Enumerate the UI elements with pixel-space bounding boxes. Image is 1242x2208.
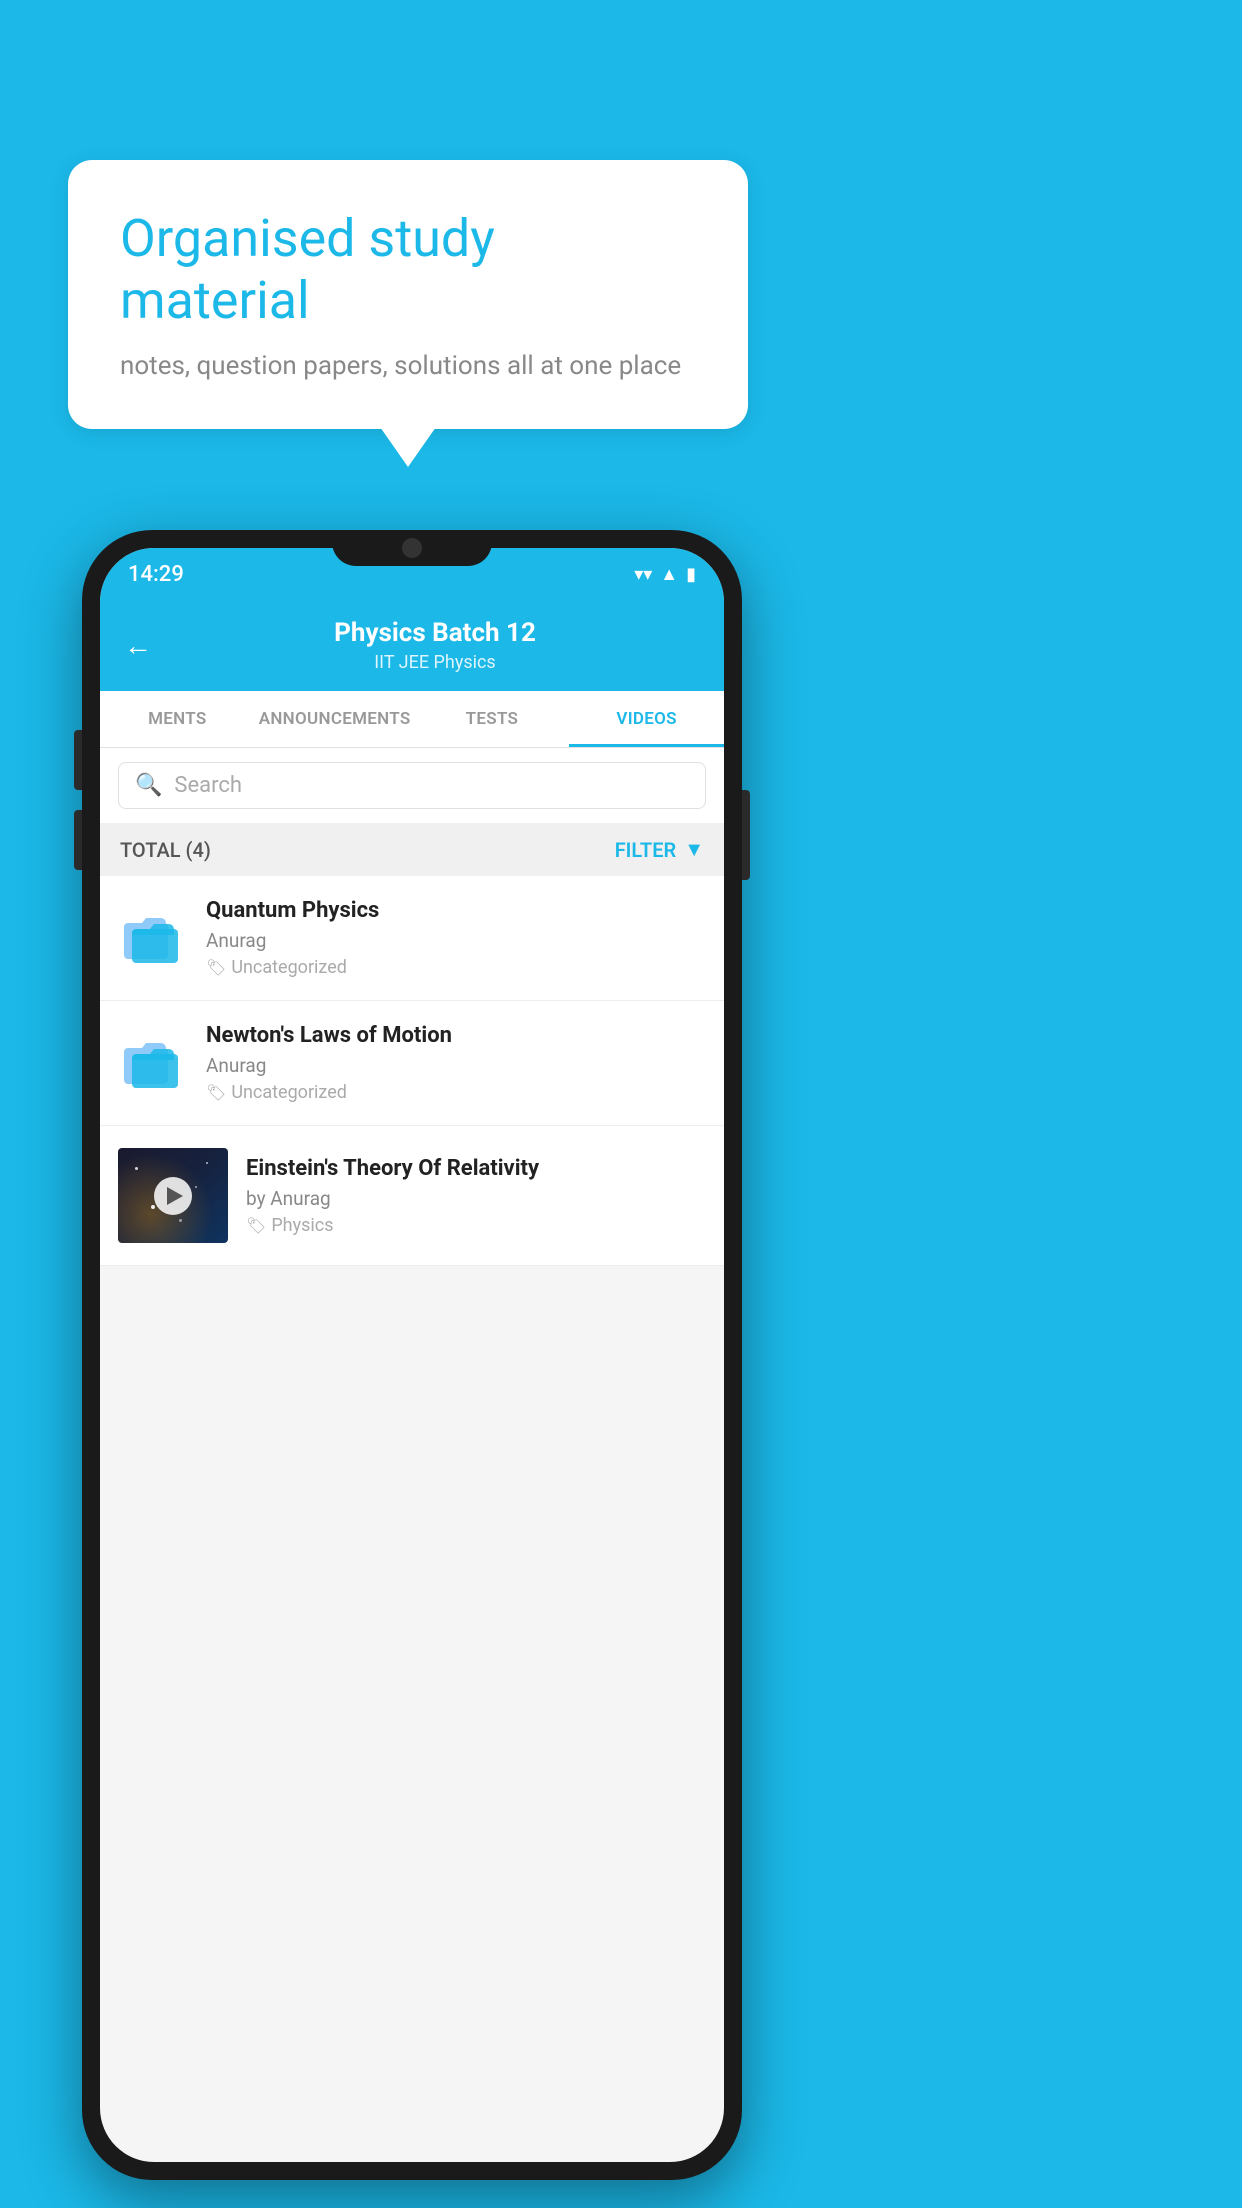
phone-screen: 14:29 ▾▾ ▲ ▮ ← Physics Batch 12 IIT JEE …	[100, 548, 724, 2162]
search-icon: 🔍	[135, 773, 162, 798]
tag-icon: 🏷	[246, 1216, 266, 1235]
tab-ments[interactable]: MENTS	[100, 691, 255, 747]
volume-up-button	[74, 730, 82, 790]
video-title: Quantum Physics	[206, 898, 706, 923]
total-count-label: TOTAL (4)	[120, 838, 211, 862]
video-thumbnail	[118, 1148, 228, 1243]
search-container: 🔍 Search	[100, 748, 724, 823]
header-title: Physics Batch 12	[170, 618, 700, 648]
tag-icon: 🏷	[206, 1083, 226, 1102]
volume-down-button	[74, 810, 82, 870]
tabs-bar: MENTS ANNOUNCEMENTS TESTS VIDEOS	[100, 691, 724, 748]
folder-icon	[118, 903, 188, 973]
battery-icon: ▮	[686, 564, 696, 585]
speech-bubble: Organised study material notes, question…	[68, 160, 748, 429]
tab-videos[interactable]: VIDEOS	[569, 691, 724, 747]
back-button[interactable]: ←	[124, 629, 152, 662]
tag-icon: 🏷	[206, 958, 226, 977]
video-title: Einstein's Theory Of Relativity	[246, 1156, 706, 1181]
bubble-title: Organised study material	[120, 208, 696, 333]
filter-label: FILTER	[615, 838, 677, 862]
phone-notch	[332, 530, 492, 566]
video-author: Anurag	[206, 929, 706, 952]
list-item[interactable]: Newton's Laws of Motion Anurag 🏷 Uncateg…	[100, 1001, 724, 1126]
app-header: ← Physics Batch 12 IIT JEE Physics	[100, 600, 724, 691]
folder-icon	[118, 1028, 188, 1098]
bubble-subtitle: notes, question papers, solutions all at…	[120, 351, 696, 381]
breadcrumb-iit: IIT JEE	[374, 652, 429, 673]
power-button	[742, 790, 750, 880]
video-tag: 🏷 Physics	[246, 1215, 706, 1236]
status-time: 14:29	[128, 562, 184, 587]
play-button[interactable]	[154, 1177, 192, 1215]
video-info: Newton's Laws of Motion Anurag 🏷 Uncateg…	[206, 1023, 706, 1103]
video-tag: 🏷 Uncategorized	[206, 1082, 706, 1103]
play-icon	[167, 1187, 183, 1205]
video-title: Newton's Laws of Motion	[206, 1023, 706, 1048]
video-author: Anurag	[206, 1054, 706, 1077]
list-item[interactable]: Quantum Physics Anurag 🏷 Uncategorized	[100, 876, 724, 1001]
video-list: Quantum Physics Anurag 🏷 Uncategorized	[100, 876, 724, 1266]
phone-frame: 14:29 ▾▾ ▲ ▮ ← Physics Batch 12 IIT JEE …	[82, 530, 742, 2180]
header-breadcrumb: IIT JEE Physics	[170, 652, 700, 673]
filter-button[interactable]: FILTER ▼	[615, 837, 704, 862]
video-info: Quantum Physics Anurag 🏷 Uncategorized	[206, 898, 706, 978]
breadcrumb-physics: Physics	[434, 652, 496, 673]
status-icons: ▾▾ ▲ ▮	[634, 564, 696, 585]
search-placeholder: Search	[174, 773, 242, 798]
wifi-icon: ▾▾	[634, 564, 652, 585]
phone-camera	[402, 538, 422, 558]
video-tag: 🏷 Uncategorized	[206, 957, 706, 978]
filter-bar: TOTAL (4) FILTER ▼	[100, 823, 724, 876]
list-item[interactable]: Einstein's Theory Of Relativity by Anura…	[100, 1126, 724, 1266]
video-author: by Anurag	[246, 1187, 706, 1210]
header-title-section: Physics Batch 12 IIT JEE Physics	[170, 618, 700, 673]
signal-icon: ▲	[660, 564, 678, 585]
tab-tests[interactable]: TESTS	[415, 691, 570, 747]
video-info: Einstein's Theory Of Relativity by Anura…	[246, 1156, 706, 1236]
search-box[interactable]: 🔍 Search	[118, 762, 706, 809]
filter-icon: ▼	[684, 837, 704, 862]
tab-announcements[interactable]: ANNOUNCEMENTS	[255, 691, 415, 747]
